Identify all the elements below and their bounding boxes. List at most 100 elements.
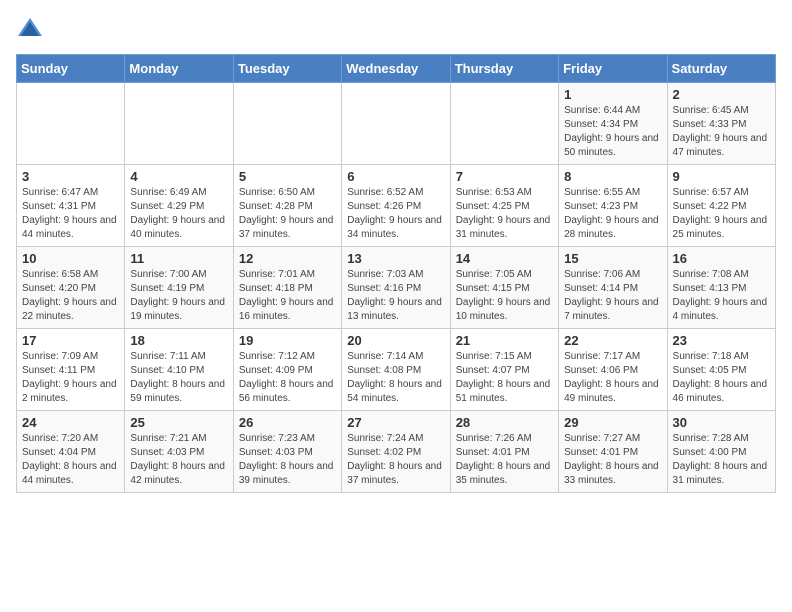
calendar-cell: 2 Sunrise: 6:45 AM Sunset: 4:33 PM Daylig… — [667, 83, 775, 165]
calendar-cell: 25 Sunrise: 7:21 AM Sunset: 4:03 PM Dayli… — [125, 411, 233, 493]
calendar-cell — [450, 83, 558, 165]
calendar-cell: 15 Sunrise: 7:06 AM Sunset: 4:14 PM Dayli… — [559, 247, 667, 329]
week-row-1: 3 Sunrise: 6:47 AM Sunset: 4:31 PM Daylig… — [17, 165, 776, 247]
week-row-3: 17 Sunrise: 7:09 AM Sunset: 4:11 PM Dayli… — [17, 329, 776, 411]
calendar-cell: 13 Sunrise: 7:03 AM Sunset: 4:16 PM Dayli… — [342, 247, 450, 329]
calendar-cell: 7 Sunrise: 6:53 AM Sunset: 4:25 PM Daylig… — [450, 165, 558, 247]
day-number: 17 — [22, 333, 119, 348]
day-number: 4 — [130, 169, 227, 184]
day-info: Sunrise: 6:57 AM Sunset: 4:22 PM Dayligh… — [673, 186, 770, 242]
day-info: Sunrise: 6:44 AM Sunset: 4:34 PM Dayligh… — [564, 104, 661, 160]
day-header-wednesday: Wednesday — [342, 55, 450, 83]
calendar-cell: 3 Sunrise: 6:47 AM Sunset: 4:31 PM Daylig… — [17, 165, 125, 247]
day-number: 30 — [673, 415, 770, 430]
day-number: 27 — [347, 415, 444, 430]
day-info: Sunrise: 7:11 AM Sunset: 4:10 PM Dayligh… — [130, 350, 227, 406]
day-number: 11 — [130, 251, 227, 266]
day-number: 28 — [456, 415, 553, 430]
day-number: 14 — [456, 251, 553, 266]
calendar-cell: 5 Sunrise: 6:50 AM Sunset: 4:28 PM Daylig… — [233, 165, 341, 247]
calendar-cell: 30 Sunrise: 7:28 AM Sunset: 4:00 PM Dayli… — [667, 411, 775, 493]
day-number: 26 — [239, 415, 336, 430]
day-info: Sunrise: 7:03 AM Sunset: 4:16 PM Dayligh… — [347, 268, 444, 324]
week-row-4: 24Sunrise: 7:20 AM Sunset: 4:04 PM Dayli… — [17, 411, 776, 493]
calendar-cell: 8Sunrise: 6:55 AM Sunset: 4:23 PM Daylig… — [559, 165, 667, 247]
day-number: 21 — [456, 333, 553, 348]
calendar-cell: 20 Sunrise: 7:14 AM Sunset: 4:08 PM Dayli… — [342, 329, 450, 411]
day-header-sunday: Sunday — [17, 55, 125, 83]
day-header-friday: Friday — [559, 55, 667, 83]
calendar-cell: 19Sunrise: 7:12 AM Sunset: 4:09 PM Dayli… — [233, 329, 341, 411]
week-row-2: 10 Sunrise: 6:58 AM Sunset: 4:20 PM Dayli… — [17, 247, 776, 329]
calendar-body: 1 Sunrise: 6:44 AM Sunset: 4:34 PM Daylig… — [17, 83, 776, 493]
logo — [16, 16, 48, 44]
calendar-cell: 26 Sunrise: 7:23 AM Sunset: 4:03 PM Dayli… — [233, 411, 341, 493]
calendar-table: SundayMondayTuesdayWednesdayThursdayFrid… — [16, 54, 776, 493]
day-info: Sunrise: 6:50 AM Sunset: 4:28 PM Dayligh… — [239, 186, 336, 242]
calendar-cell: 4 Sunrise: 6:49 AM Sunset: 4:29 PM Daylig… — [125, 165, 233, 247]
day-info: Sunrise: 7:08 AM Sunset: 4:13 PM Dayligh… — [673, 268, 770, 324]
day-info: Sunrise: 7:01 AM Sunset: 4:18 PM Dayligh… — [239, 268, 336, 324]
day-info: Sunrise: 6:47 AM Sunset: 4:31 PM Dayligh… — [22, 186, 119, 242]
calendar-cell: 28 Sunrise: 7:26 AM Sunset: 4:01 PM Dayli… — [450, 411, 558, 493]
day-number: 29 — [564, 415, 661, 430]
day-info: Sunrise: 6:58 AM Sunset: 4:20 PM Dayligh… — [22, 268, 119, 324]
calendar-cell — [342, 83, 450, 165]
day-number: 16 — [673, 251, 770, 266]
day-info: Sunrise: 6:52 AM Sunset: 4:26 PM Dayligh… — [347, 186, 444, 242]
day-info: Sunrise: 7:28 AM Sunset: 4:00 PM Dayligh… — [673, 432, 770, 488]
day-info: Sunrise: 7:00 AM Sunset: 4:19 PM Dayligh… — [130, 268, 227, 324]
day-number: 15 — [564, 251, 661, 266]
day-number: 10 — [22, 251, 119, 266]
calendar-cell: 12Sunrise: 7:01 AM Sunset: 4:18 PM Dayli… — [233, 247, 341, 329]
day-info: Sunrise: 7:15 AM Sunset: 4:07 PM Dayligh… — [456, 350, 553, 406]
week-row-0: 1 Sunrise: 6:44 AM Sunset: 4:34 PM Daylig… — [17, 83, 776, 165]
day-info: Sunrise: 6:45 AM Sunset: 4:33 PM Dayligh… — [673, 104, 770, 160]
calendar-cell: 1 Sunrise: 6:44 AM Sunset: 4:34 PM Daylig… — [559, 83, 667, 165]
day-number: 7 — [456, 169, 553, 184]
day-info: Sunrise: 7:24 AM Sunset: 4:02 PM Dayligh… — [347, 432, 444, 488]
calendar-cell: 10 Sunrise: 6:58 AM Sunset: 4:20 PM Dayli… — [17, 247, 125, 329]
day-number: 3 — [22, 169, 119, 184]
calendar-cell: 17 Sunrise: 7:09 AM Sunset: 4:11 PM Dayli… — [17, 329, 125, 411]
day-info: Sunrise: 7:06 AM Sunset: 4:14 PM Dayligh… — [564, 268, 661, 324]
day-info: Sunrise: 7:23 AM Sunset: 4:03 PM Dayligh… — [239, 432, 336, 488]
day-header-tuesday: Tuesday — [233, 55, 341, 83]
calendar-header: SundayMondayTuesdayWednesdayThursdayFrid… — [17, 55, 776, 83]
day-number: 2 — [673, 87, 770, 102]
day-number: 20 — [347, 333, 444, 348]
calendar-cell: 18 Sunrise: 7:11 AM Sunset: 4:10 PM Dayli… — [125, 329, 233, 411]
day-info: Sunrise: 7:09 AM Sunset: 4:11 PM Dayligh… — [22, 350, 119, 406]
day-header-monday: Monday — [125, 55, 233, 83]
day-info: Sunrise: 6:53 AM Sunset: 4:25 PM Dayligh… — [456, 186, 553, 242]
day-number: 18 — [130, 333, 227, 348]
calendar-cell: 21 Sunrise: 7:15 AM Sunset: 4:07 PM Dayli… — [450, 329, 558, 411]
calendar-cell: 22 Sunrise: 7:17 AM Sunset: 4:06 PM Dayli… — [559, 329, 667, 411]
day-header-thursday: Thursday — [450, 55, 558, 83]
day-info: Sunrise: 7:14 AM Sunset: 4:08 PM Dayligh… — [347, 350, 444, 406]
day-info: Sunrise: 6:55 AM Sunset: 4:23 PM Dayligh… — [564, 186, 661, 242]
day-info: Sunrise: 7:21 AM Sunset: 4:03 PM Dayligh… — [130, 432, 227, 488]
header — [16, 16, 776, 44]
day-number: 6 — [347, 169, 444, 184]
day-info: Sunrise: 7:18 AM Sunset: 4:05 PM Dayligh… — [673, 350, 770, 406]
day-info: Sunrise: 7:20 AM Sunset: 4:04 PM Dayligh… — [22, 432, 119, 488]
calendar-cell: 11 Sunrise: 7:00 AM Sunset: 4:19 PM Dayli… — [125, 247, 233, 329]
day-info: Sunrise: 7:17 AM Sunset: 4:06 PM Dayligh… — [564, 350, 661, 406]
day-number: 9 — [673, 169, 770, 184]
day-number: 19 — [239, 333, 336, 348]
calendar-cell: 23Sunrise: 7:18 AM Sunset: 4:05 PM Dayli… — [667, 329, 775, 411]
day-info: Sunrise: 7:26 AM Sunset: 4:01 PM Dayligh… — [456, 432, 553, 488]
calendar-cell: 6 Sunrise: 6:52 AM Sunset: 4:26 PM Daylig… — [342, 165, 450, 247]
day-number: 25 — [130, 415, 227, 430]
day-number: 1 — [564, 87, 661, 102]
calendar-cell: 14Sunrise: 7:05 AM Sunset: 4:15 PM Dayli… — [450, 247, 558, 329]
day-number: 22 — [564, 333, 661, 348]
day-info: Sunrise: 6:49 AM Sunset: 4:29 PM Dayligh… — [130, 186, 227, 242]
day-info: Sunrise: 7:27 AM Sunset: 4:01 PM Dayligh… — [564, 432, 661, 488]
day-number: 5 — [239, 169, 336, 184]
calendar-cell: 16 Sunrise: 7:08 AM Sunset: 4:13 PM Dayli… — [667, 247, 775, 329]
calendar-cell — [17, 83, 125, 165]
calendar-cell: 9 Sunrise: 6:57 AM Sunset: 4:22 PM Daylig… — [667, 165, 775, 247]
day-number: 13 — [347, 251, 444, 266]
